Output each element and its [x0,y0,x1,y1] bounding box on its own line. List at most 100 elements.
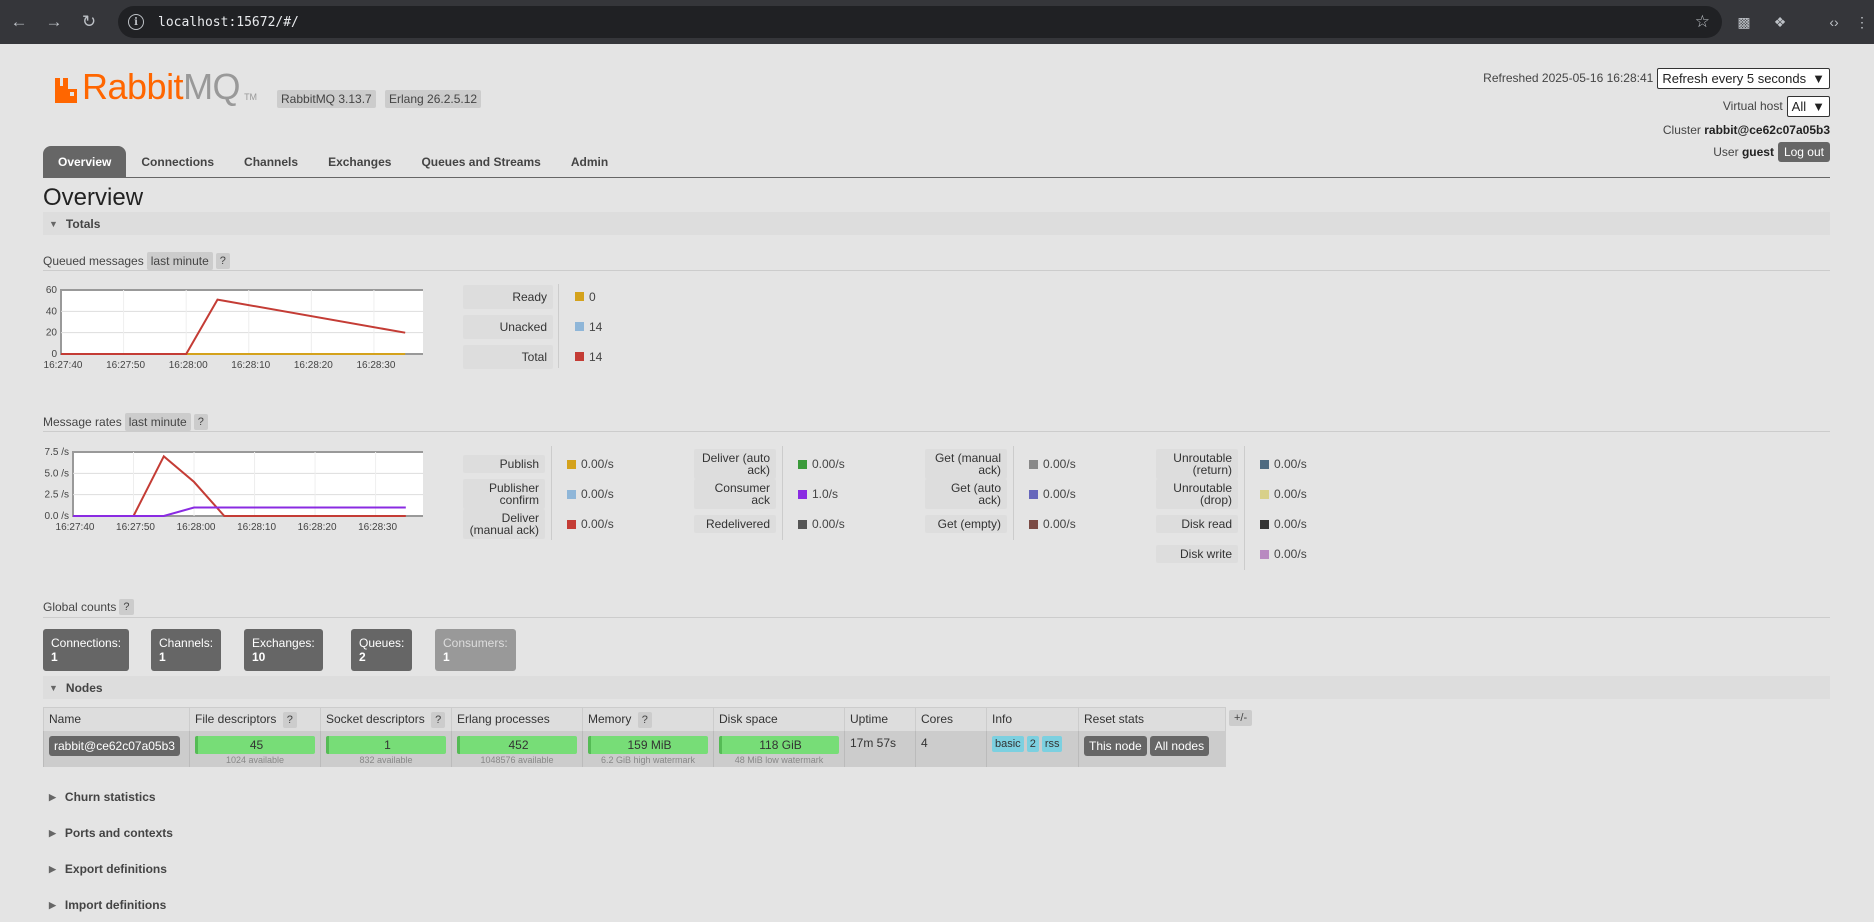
rate-column: Unroutable (return) 0.00/s Unroutable (dro… [1156,446,1307,570]
legend-swatch [1260,459,1269,469]
col-erlang-processes: Erlang processes [451,707,583,731]
global-counts-help-button[interactable]: ? [119,599,134,615]
rate-value: 0.00/s [567,517,614,531]
legend-swatch [1029,519,1038,529]
count-channels-button[interactable]: Channels: 1 [151,629,222,671]
column-toggle-button[interactable]: +/- [1229,710,1253,726]
import-definitions-header[interactable]: ▶ Import definitions [43,898,166,912]
stat-value: 14 [575,350,602,364]
extensions-icon[interactable]: ❖ [1770,12,1790,32]
legend-swatch [1260,489,1269,499]
count-exchanges-button[interactable]: Exchanges: 10 [244,629,323,671]
node-name-link[interactable]: rabbit@ce62c07a05b3 [49,735,180,756]
menu-icon[interactable]: ⋮ [1852,12,1872,32]
fd-help-button[interactable]: ? [282,712,297,729]
queued-help-button[interactable]: ? [215,253,230,269]
logo-tm: TM [244,92,258,102]
reload-icon[interactable]: ↻ [78,11,100,33]
info-basic-badge: basic [992,735,1024,752]
rate-label: Deliver (auto ack) [694,449,776,479]
info-rss-badge: rss [1041,735,1063,752]
stat-row-ready: Ready 0 [463,284,602,309]
x-tick-label: 16:28:20 [298,522,337,533]
bookmark-star-icon[interactable]: ☆ [1695,12,1710,32]
reset-all-nodes-button[interactable]: All nodes [1149,735,1210,756]
tab-queues[interactable]: Queues and Streams [406,146,555,177]
queued-range-selector[interactable]: last minute [146,252,213,270]
divider [1244,446,1245,570]
legend-swatch [567,519,576,529]
count-consumers-button[interactable]: Consumers: 1 [435,629,516,671]
vhost-select[interactable]: All ▼ [1786,95,1830,117]
stat-label: Ready [463,284,553,309]
legend-swatch [575,352,584,361]
tab-admin[interactable]: Admin [556,146,623,177]
churn-statistics-header[interactable]: ▶ Churn statistics [43,790,156,804]
x-tick-label: 16:27:50 [106,360,145,371]
rate-label: Get (empty) [925,515,1007,533]
nodes-section-header[interactable]: ▼ Nodes [43,676,1830,699]
vhost-label: Virtual host [1722,99,1783,113]
tab-exchanges[interactable]: Exchanges [313,146,406,177]
chevron-down-icon: ▼ [1812,70,1825,86]
divider [782,446,783,540]
col-reset-stats: Reset stats [1078,707,1226,731]
rate-column: Publish 0.00/s Publisher confirm 0.00/s Deli… [463,446,614,540]
message-rates-chart: 7.5 /s 5.0 /s 2.5 /s 0.0 /s 16:27:40 16:27:50… [43,446,423,542]
y-tick-label: 40 [46,306,58,317]
legend-swatch [575,322,584,331]
col-name: Name [43,707,190,731]
expanded-triangle-icon: ▼ [49,682,58,693]
url-text[interactable]: localhost:15672/#/ [158,15,299,30]
rabbitmq-version-badge: RabbitMQ 3.13.7 [277,90,376,108]
rates-help-button[interactable]: ? [193,414,208,430]
stat-row-unacked: Unacked 14 [463,314,602,339]
queued-messages-label: Queued messages last minute ? [43,252,230,270]
fd-available: 1024 available [225,754,285,765]
reset-this-node-button[interactable]: This node [1084,735,1147,756]
forward-icon[interactable]: → [43,11,65,33]
legend-swatch [1260,519,1269,529]
ports-contexts-header[interactable]: ▶ Ports and contexts [43,826,173,840]
sd-bar: 1 [326,735,446,754]
rabbitmq-logo[interactable]: RabbitMQ TM [53,69,258,105]
erlang-version-badge: Erlang 26.2.5.12 [385,90,482,108]
refreshed-label: Refreshed [1483,71,1539,85]
divider [551,446,552,540]
tab-channels[interactable]: Channels [229,146,313,177]
refresh-interval-select[interactable]: Refresh every 5 seconds ▼ [1657,67,1830,89]
col-info: Info [986,707,1079,731]
devtools-icon[interactable]: ‹› [1824,12,1844,32]
rate-label: Publisher confirm [463,479,545,509]
divider [1013,446,1014,540]
back-icon[interactable]: ← [8,11,30,33]
legend-swatch [575,292,584,301]
collapsed-triangle-icon: ▶ [49,827,56,838]
rate-value: 0.00/s [1029,457,1076,471]
y-tick-label: 0.0 /s [45,511,69,522]
totals-section-header[interactable]: ▼ Totals [43,212,1830,235]
divider [43,617,1830,618]
rates-range-selector[interactable]: last minute [124,413,191,431]
tab-connections[interactable]: Connections [126,146,229,177]
address-bar[interactable]: i localhost:15672/#/ ☆ [118,6,1722,38]
chart-svg: 7.5 /s 5.0 /s 2.5 /s 0.0 /s16:27:40 16:27:50… [45,447,423,533]
profile-icon[interactable]: ▩ [1734,12,1754,32]
count-queues-button[interactable]: Queues: 2 [351,629,413,671]
chevron-down-icon: ▼ [1812,98,1825,114]
site-info-icon[interactable]: i [128,14,144,30]
count-connections-button[interactable]: Connections: 1 [43,629,130,671]
col-disk-space: Disk space [713,707,845,731]
legend-swatch [1029,489,1038,499]
page-title: Overview [43,184,144,211]
sd-help-button[interactable]: ? [431,712,446,729]
legend-swatch [798,489,807,499]
tab-overview[interactable]: Overview [43,146,127,177]
export-definitions-header[interactable]: ▶ Export definitions [43,862,167,876]
legend-swatch [798,519,807,529]
collapsed-triangle-icon: ▶ [49,791,56,802]
rate-row: Deliver (manual ack) 0.00/s [463,506,614,542]
memory-bar: 159 MiB [588,735,708,754]
rate-column: Get (manual ack) 0.00/s Get (auto ack) 0.00… [925,446,1076,540]
memory-help-button[interactable]: ? [637,712,652,729]
